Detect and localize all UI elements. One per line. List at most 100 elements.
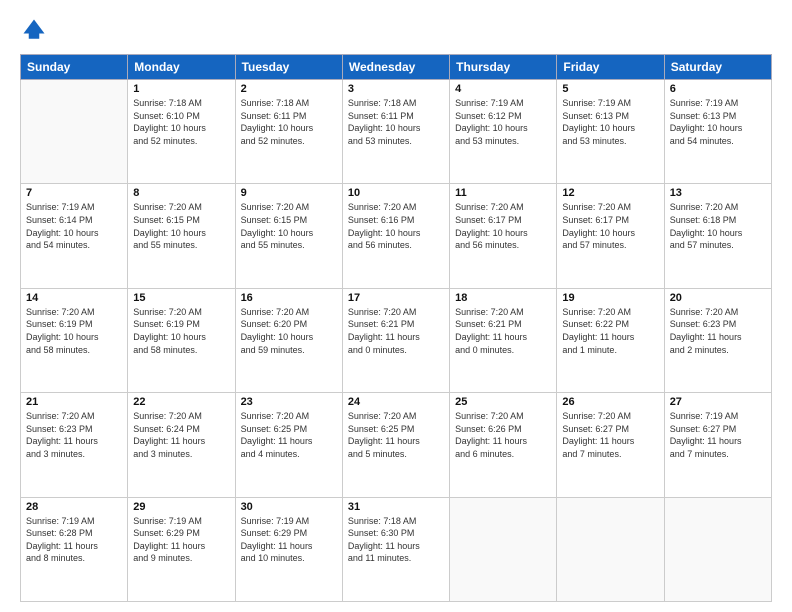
calendar-cell: 22 Sunrise: 7:20 AM Sunset: 6:24 PM Dayli… bbox=[128, 393, 235, 497]
day-number: 28 bbox=[26, 501, 122, 513]
calendar-cell: 24 Sunrise: 7:20 AM Sunset: 6:25 PM Dayli… bbox=[342, 393, 449, 497]
day-info: Sunrise: 7:20 AM Sunset: 6:15 PM Dayligh… bbox=[241, 201, 337, 251]
day-number: 17 bbox=[348, 292, 444, 304]
calendar: SundayMondayTuesdayWednesdayThursdayFrid… bbox=[20, 54, 772, 602]
day-header-sunday: Sunday bbox=[21, 55, 128, 80]
day-info: Sunrise: 7:20 AM Sunset: 6:19 PM Dayligh… bbox=[133, 306, 229, 356]
calendar-cell bbox=[557, 497, 664, 601]
day-info: Sunrise: 7:19 AM Sunset: 6:12 PM Dayligh… bbox=[455, 97, 551, 147]
day-number: 6 bbox=[670, 83, 766, 95]
day-info: Sunrise: 7:19 AM Sunset: 6:13 PM Dayligh… bbox=[562, 97, 658, 147]
calendar-cell: 3Sunrise: 7:18 AM Sunset: 6:11 PM Daylig… bbox=[342, 80, 449, 184]
logo bbox=[20, 16, 52, 44]
day-number: 27 bbox=[670, 396, 766, 408]
calendar-cell bbox=[450, 497, 557, 601]
day-info: Sunrise: 7:18 AM Sunset: 6:30 PM Dayligh… bbox=[348, 515, 444, 565]
day-number: 16 bbox=[241, 292, 337, 304]
day-info: Sunrise: 7:20 AM Sunset: 6:21 PM Dayligh… bbox=[455, 306, 551, 356]
week-row-4: 21 Sunrise: 7:20 AM Sunset: 6:23 PM Dayli… bbox=[21, 393, 772, 497]
day-info: Sunrise: 7:19 AM Sunset: 6:27 PM Dayligh… bbox=[670, 410, 766, 460]
calendar-cell: 20 Sunrise: 7:20 AM Sunset: 6:23 PM Dayli… bbox=[664, 288, 771, 392]
calendar-cell: 2Sunrise: 7:18 AM Sunset: 6:11 PM Daylig… bbox=[235, 80, 342, 184]
calendar-cell bbox=[21, 80, 128, 184]
calendar-cell: 27 Sunrise: 7:19 AM Sunset: 6:27 PM Dayli… bbox=[664, 393, 771, 497]
calendar-cell: 1 Sunrise: 7:18 AM Sunset: 6:10 PM Daylig… bbox=[128, 80, 235, 184]
day-number: 26 bbox=[562, 396, 658, 408]
calendar-cell: 7 Sunrise: 7:19 AM Sunset: 6:14 PM Daylig… bbox=[21, 184, 128, 288]
day-number: 5 bbox=[562, 83, 658, 95]
day-number: 2 bbox=[241, 83, 337, 95]
calendar-cell: 4 Sunrise: 7:19 AM Sunset: 6:12 PM Daylig… bbox=[450, 80, 557, 184]
day-number: 13 bbox=[670, 187, 766, 199]
day-info: Sunrise: 7:20 AM Sunset: 6:25 PM Dayligh… bbox=[241, 410, 337, 460]
day-number: 29 bbox=[133, 501, 229, 513]
day-info: Sunrise: 7:20 AM Sunset: 6:19 PM Dayligh… bbox=[26, 306, 122, 356]
day-info: Sunrise: 7:19 AM Sunset: 6:28 PM Dayligh… bbox=[26, 515, 122, 565]
day-info: Sunrise: 7:20 AM Sunset: 6:17 PM Dayligh… bbox=[455, 201, 551, 251]
day-info: Sunrise: 7:20 AM Sunset: 6:23 PM Dayligh… bbox=[26, 410, 122, 460]
day-info: Sunrise: 7:20 AM Sunset: 6:20 PM Dayligh… bbox=[241, 306, 337, 356]
day-info: Sunrise: 7:20 AM Sunset: 6:26 PM Dayligh… bbox=[455, 410, 551, 460]
header bbox=[20, 16, 772, 44]
calendar-cell bbox=[664, 497, 771, 601]
calendar-cell: 21 Sunrise: 7:20 AM Sunset: 6:23 PM Dayli… bbox=[21, 393, 128, 497]
day-number: 24 bbox=[348, 396, 444, 408]
calendar-cell: 11 Sunrise: 7:20 AM Sunset: 6:17 PM Dayli… bbox=[450, 184, 557, 288]
calendar-cell: 18 Sunrise: 7:20 AM Sunset: 6:21 PM Dayli… bbox=[450, 288, 557, 392]
day-number: 14 bbox=[26, 292, 122, 304]
day-info: Sunrise: 7:20 AM Sunset: 6:24 PM Dayligh… bbox=[133, 410, 229, 460]
calendar-cell: 29 Sunrise: 7:19 AM Sunset: 6:29 PM Dayli… bbox=[128, 497, 235, 601]
week-row-2: 7 Sunrise: 7:19 AM Sunset: 6:14 PM Daylig… bbox=[21, 184, 772, 288]
calendar-cell: 10 Sunrise: 7:20 AM Sunset: 6:16 PM Dayli… bbox=[342, 184, 449, 288]
day-info: Sunrise: 7:20 AM Sunset: 6:25 PM Dayligh… bbox=[348, 410, 444, 460]
day-info: Sunrise: 7:20 AM Sunset: 6:21 PM Dayligh… bbox=[348, 306, 444, 356]
day-info: Sunrise: 7:20 AM Sunset: 6:15 PM Dayligh… bbox=[133, 201, 229, 251]
day-number: 22 bbox=[133, 396, 229, 408]
header-row: SundayMondayTuesdayWednesdayThursdayFrid… bbox=[21, 55, 772, 80]
calendar-cell: 9 Sunrise: 7:20 AM Sunset: 6:15 PM Daylig… bbox=[235, 184, 342, 288]
day-info: Sunrise: 7:20 AM Sunset: 6:17 PM Dayligh… bbox=[562, 201, 658, 251]
day-number: 20 bbox=[670, 292, 766, 304]
day-info: Sunrise: 7:19 AM Sunset: 6:14 PM Dayligh… bbox=[26, 201, 122, 251]
day-number: 23 bbox=[241, 396, 337, 408]
day-header-saturday: Saturday bbox=[664, 55, 771, 80]
week-row-1: 1 Sunrise: 7:18 AM Sunset: 6:10 PM Daylig… bbox=[21, 80, 772, 184]
day-number: 9 bbox=[241, 187, 337, 199]
calendar-cell: 28 Sunrise: 7:19 AM Sunset: 6:28 PM Dayli… bbox=[21, 497, 128, 601]
calendar-cell: 31 Sunrise: 7:18 AM Sunset: 6:30 PM Dayli… bbox=[342, 497, 449, 601]
week-row-3: 14 Sunrise: 7:20 AM Sunset: 6:19 PM Dayli… bbox=[21, 288, 772, 392]
day-header-thursday: Thursday bbox=[450, 55, 557, 80]
day-number: 10 bbox=[348, 187, 444, 199]
day-info: Sunrise: 7:19 AM Sunset: 6:29 PM Dayligh… bbox=[133, 515, 229, 565]
day-header-monday: Monday bbox=[128, 55, 235, 80]
calendar-cell: 15Sunrise: 7:20 AM Sunset: 6:19 PM Dayli… bbox=[128, 288, 235, 392]
day-number: 18 bbox=[455, 292, 551, 304]
day-info: Sunrise: 7:18 AM Sunset: 6:11 PM Dayligh… bbox=[348, 97, 444, 147]
day-number: 8 bbox=[133, 187, 229, 199]
day-header-friday: Friday bbox=[557, 55, 664, 80]
day-info: Sunrise: 7:19 AM Sunset: 6:29 PM Dayligh… bbox=[241, 515, 337, 565]
calendar-cell: 8 Sunrise: 7:20 AM Sunset: 6:15 PM Daylig… bbox=[128, 184, 235, 288]
day-number: 11 bbox=[455, 187, 551, 199]
day-info: Sunrise: 7:18 AM Sunset: 6:10 PM Dayligh… bbox=[133, 97, 229, 147]
calendar-cell: 14 Sunrise: 7:20 AM Sunset: 6:19 PM Dayli… bbox=[21, 288, 128, 392]
calendar-cell: 6 Sunrise: 7:19 AM Sunset: 6:13 PM Daylig… bbox=[664, 80, 771, 184]
day-info: Sunrise: 7:19 AM Sunset: 6:13 PM Dayligh… bbox=[670, 97, 766, 147]
day-number: 4 bbox=[455, 83, 551, 95]
day-info: Sunrise: 7:20 AM Sunset: 6:27 PM Dayligh… bbox=[562, 410, 658, 460]
day-info: Sunrise: 7:20 AM Sunset: 6:23 PM Dayligh… bbox=[670, 306, 766, 356]
day-info: Sunrise: 7:20 AM Sunset: 6:18 PM Dayligh… bbox=[670, 201, 766, 251]
calendar-cell: 26 Sunrise: 7:20 AM Sunset: 6:27 PM Dayli… bbox=[557, 393, 664, 497]
calendar-cell: 25 Sunrise: 7:20 AM Sunset: 6:26 PM Dayli… bbox=[450, 393, 557, 497]
day-header-wednesday: Wednesday bbox=[342, 55, 449, 80]
calendar-cell: 30Sunrise: 7:19 AM Sunset: 6:29 PM Dayli… bbox=[235, 497, 342, 601]
day-info: Sunrise: 7:20 AM Sunset: 6:16 PM Dayligh… bbox=[348, 201, 444, 251]
day-number: 19 bbox=[562, 292, 658, 304]
day-number: 1 bbox=[133, 83, 229, 95]
day-number: 31 bbox=[348, 501, 444, 513]
page: SundayMondayTuesdayWednesdayThursdayFrid… bbox=[0, 0, 792, 612]
day-number: 25 bbox=[455, 396, 551, 408]
calendar-cell: 13 Sunrise: 7:20 AM Sunset: 6:18 PM Dayli… bbox=[664, 184, 771, 288]
day-number: 21 bbox=[26, 396, 122, 408]
day-number: 7 bbox=[26, 187, 122, 199]
